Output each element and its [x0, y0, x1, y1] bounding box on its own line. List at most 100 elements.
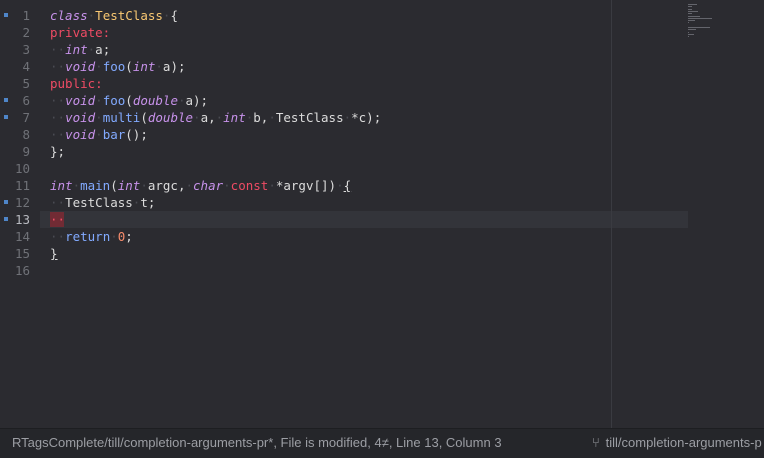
code-line[interactable]: class·TestClass·{ — [50, 7, 178, 24]
code-token: foo — [102, 59, 126, 74]
code-token: double — [147, 110, 194, 125]
code-token: a, — [200, 110, 216, 125]
minimap-line — [688, 20, 696, 22]
minimap-line — [688, 6, 693, 8]
code-line[interactable]: }; — [50, 143, 65, 160]
code-line[interactable]: } — [50, 245, 58, 262]
line-number: 6 — [22, 93, 30, 108]
code-token: char — [193, 178, 224, 193]
code-token: }; — [50, 144, 66, 159]
code-line[interactable]: ··return·0; — [50, 228, 133, 245]
code-token: bar — [102, 127, 126, 142]
code-token: ( — [110, 178, 118, 193]
code-token: b, — [253, 110, 269, 125]
whitespace-dots: · — [336, 178, 344, 193]
code-token: argc, — [147, 178, 186, 193]
whitespace-dots: · — [185, 178, 194, 193]
gutter-row: 16 — [0, 262, 40, 279]
line-number: 10 — [14, 161, 30, 176]
modified-marker-icon — [4, 115, 8, 119]
gutter-row: 7 — [0, 109, 40, 126]
modified-marker-icon — [4, 217, 8, 221]
whitespace-dots: · — [110, 229, 118, 244]
gutter-row: 11 — [0, 177, 40, 194]
modified-marker-icon — [4, 13, 8, 17]
minimap-line — [688, 17, 713, 19]
whitespace-dots: ·· — [50, 110, 66, 125]
code-token: a; — [95, 42, 111, 57]
code-line[interactable]: int·main(int·argc,·char·const·*argv[])·{ — [50, 177, 351, 194]
minimap-line — [688, 4, 698, 5]
editor[interactable]: 1 2 3 4 5 6 7 8 9 10 11 12 13 14 15 16 class·TestClass·… — [0, 0, 764, 428]
code-token: main — [80, 178, 111, 193]
code-token: int — [132, 59, 156, 74]
line-number: 5 — [22, 76, 30, 91]
code-token: a); — [162, 59, 186, 74]
code-line[interactable]: public: — [50, 75, 103, 92]
gutter-row: 12 — [0, 194, 40, 211]
line-number: 13 — [14, 212, 30, 227]
code-line[interactable]: ··void·bar(); — [50, 126, 148, 143]
code-line[interactable]: ·· — [50, 211, 65, 228]
minimap-line — [688, 22, 690, 24]
gutter-row: 8 — [0, 126, 40, 143]
whitespace-dots: · — [268, 110, 276, 125]
code-line[interactable]: ··TestClass·t; — [50, 194, 155, 211]
code-line[interactable]: ··void·foo(double·a); — [50, 92, 208, 109]
line-number: 3 — [22, 42, 30, 57]
gutter-row: 4 — [0, 58, 40, 75]
code-token: class — [50, 8, 88, 23]
minimap-line — [688, 33, 695, 35]
code-token: int — [223, 110, 246, 125]
code-area[interactable]: class·TestClass·{private: ··int·a; ··void·… — [50, 0, 690, 428]
line-number: 7 — [22, 110, 30, 125]
code-token: { — [343, 178, 352, 193]
code-token: *argv[]) — [275, 178, 337, 193]
code-token: ( — [125, 93, 133, 108]
code-token: void — [65, 93, 96, 108]
ruler-guide — [611, 0, 612, 428]
line-number: 11 — [14, 178, 30, 193]
whitespace-dots: · — [95, 59, 103, 74]
code-line[interactable]: ··int·a; — [50, 41, 110, 58]
code-token: a); — [185, 93, 209, 108]
line-number: 15 — [14, 246, 30, 261]
whitespace-dots: ·· — [50, 93, 66, 108]
whitespace-dots: · — [268, 178, 276, 193]
code-token: void — [65, 110, 96, 125]
gutter-row: 10 — [0, 160, 40, 177]
whitespace-dots: ·· — [50, 127, 66, 142]
gutter-row: 3 — [0, 41, 40, 58]
code-token: TestClass — [95, 8, 163, 23]
gutter-row: 15 — [0, 245, 40, 262]
code-token: ·· — [50, 212, 66, 227]
whitespace-dots: · — [343, 110, 352, 125]
whitespace-dots: · — [155, 59, 163, 74]
code-token: multi — [102, 110, 141, 125]
minimap-line — [688, 13, 692, 15]
gutter-row: 13 — [0, 211, 40, 228]
whitespace-dots: · — [193, 110, 201, 125]
git-branch-status[interactable]: ⑂ till/completion-arguments-p — [592, 435, 764, 450]
code-token: { — [170, 8, 178, 23]
whitespace-dots: · — [95, 127, 103, 142]
code-line[interactable]: private: — [50, 24, 110, 41]
line-number: 4 — [22, 59, 30, 74]
code-token: int — [50, 178, 73, 193]
code-token: int — [65, 42, 88, 57]
line-number: 2 — [22, 25, 30, 40]
code-token: ( — [140, 110, 148, 125]
code-token: TestClass — [275, 110, 344, 125]
minimap[interactable] — [686, 4, 756, 44]
line-number: 14 — [14, 229, 30, 244]
whitespace-dots: · — [223, 178, 231, 193]
code-token: private: — [50, 25, 111, 40]
minimap-line — [688, 29, 696, 31]
status-text: RTagsComplete/till/completion-arguments-… — [12, 435, 502, 450]
whitespace-dots: · — [177, 93, 186, 108]
modified-marker-icon — [4, 98, 8, 102]
minimap-line — [688, 10, 698, 12]
code-token: foo — [102, 93, 126, 108]
code-line[interactable]: ··void·multi(double·a,·int·b,·TestClass·… — [50, 109, 381, 126]
code-line[interactable]: ··void·foo(int·a); — [50, 58, 186, 75]
